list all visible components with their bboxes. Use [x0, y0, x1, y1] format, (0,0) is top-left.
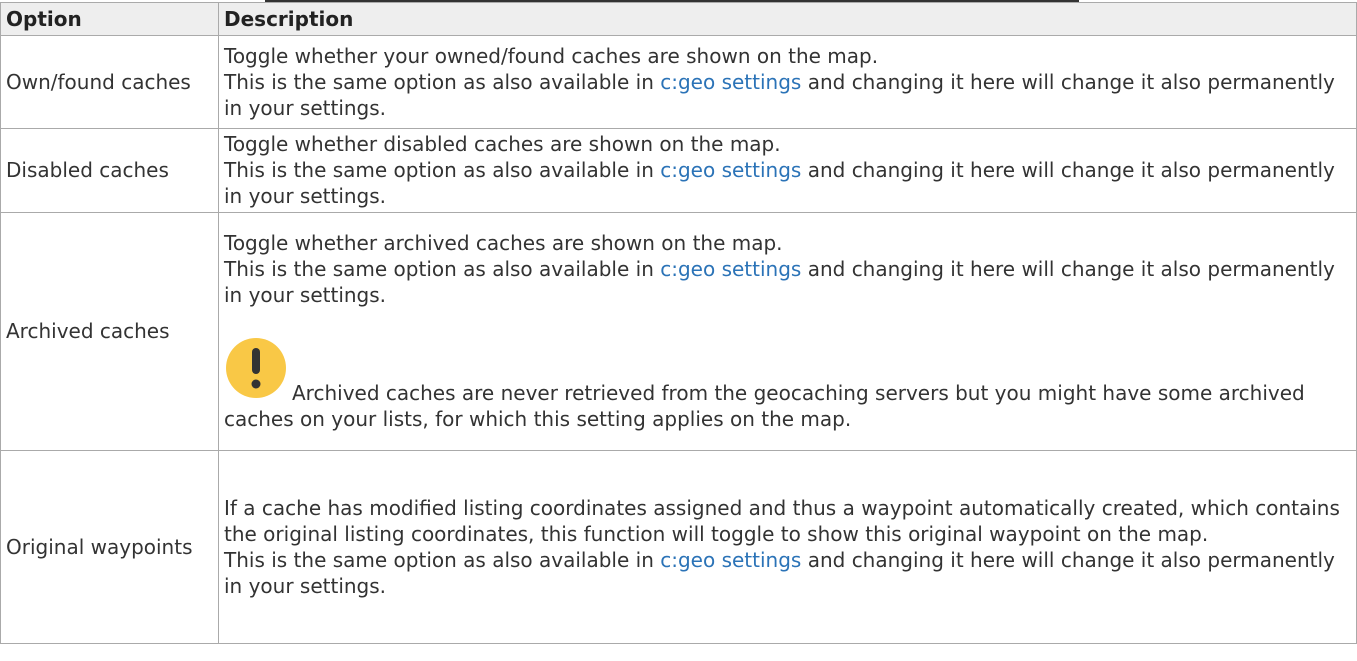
description-cell: Toggle whether your owned/found caches a… — [218, 35, 1357, 129]
description-line: Toggle whether your owned/found caches a… — [224, 43, 879, 68]
map-options-table: Option Description Own/found caches Togg… — [0, 2, 1357, 644]
description-line: If a cache has modified listing coordina… — [224, 495, 1340, 546]
description-settings-note: This is the same option as also availabl… — [224, 69, 1351, 121]
cgeo-settings-link[interactable]: c:geo settings — [660, 70, 801, 94]
table-row: Disabled caches Toggle whether disabled … — [0, 128, 1357, 213]
warning-note-text: Archived caches are never retrieved from… — [224, 381, 1305, 431]
description-settings-note: This is the same option as also availabl… — [224, 256, 1351, 308]
header-description: Description — [218, 2, 1357, 36]
settings-text-pre: This is the same option as also availabl… — [224, 547, 654, 572]
option-cell: Original waypoints — [0, 450, 219, 644]
settings-text-pre: This is the same option as also availabl… — [224, 257, 654, 281]
description-cell: Toggle whether archived caches are shown… — [218, 212, 1357, 451]
description-cell: Toggle whether disabled caches are shown… — [218, 128, 1357, 213]
table-row: Archived caches Toggle whether archived … — [0, 212, 1357, 451]
settings-text-pre: This is the same option as also availabl… — [224, 158, 654, 182]
cgeo-settings-link[interactable]: c:geo settings — [660, 158, 801, 182]
description-cell: If a cache has modified listing coordina… — [218, 450, 1357, 644]
header-option: Option — [0, 2, 219, 36]
option-cell: Archived caches — [0, 212, 219, 451]
warning-note: Archived caches are never retrieved from… — [224, 334, 1351, 432]
description-settings-note: This is the same option as also availabl… — [224, 157, 1351, 209]
table-header-row: Option Description — [0, 2, 1357, 36]
settings-text-pre: This is the same option as also availabl… — [224, 69, 654, 94]
description-settings-note: This is the same option as also availabl… — [224, 547, 1351, 599]
option-cell: Disabled caches — [0, 128, 219, 213]
cgeo-settings-link[interactable]: c:geo settings — [660, 257, 801, 281]
description-line: Toggle whether disabled caches are shown… — [224, 132, 781, 156]
table-row: Original waypoints If a cache has modifi… — [0, 450, 1357, 644]
cgeo-settings-link[interactable]: c:geo settings — [660, 548, 801, 572]
warning-icon — [224, 336, 288, 400]
description-line: Toggle whether archived caches are shown… — [224, 231, 783, 255]
option-cell: Own/found caches — [0, 35, 219, 129]
table-row: Own/found caches Toggle whether your own… — [0, 35, 1357, 129]
